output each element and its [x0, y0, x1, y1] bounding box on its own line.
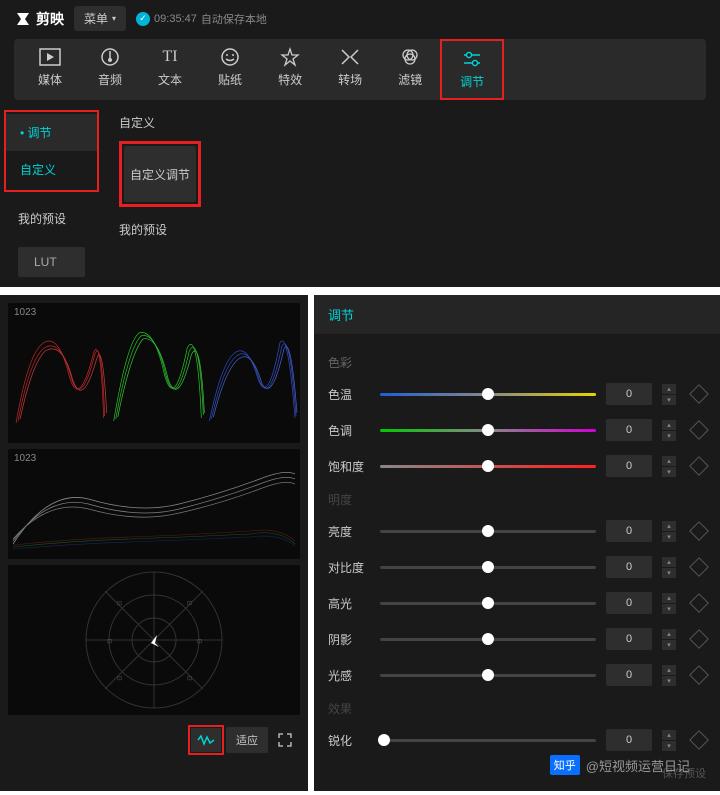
stepper[interactable]: ▴▾ — [662, 557, 676, 578]
reset-button[interactable] — [689, 593, 709, 613]
menu-button[interactable]: 菜单 ▾ — [74, 6, 126, 31]
group-luma-label: 明度 — [328, 491, 706, 508]
fullscreen-button[interactable] — [270, 728, 300, 752]
slider-temperature[interactable]: 色温 0 ▴▾ — [328, 383, 706, 405]
stepper[interactable]: ▴▾ — [662, 730, 676, 751]
tab-audio[interactable]: 音频 — [80, 39, 140, 100]
slider-light[interactable]: 光感 0 ▴▾ — [328, 664, 706, 686]
svg-text:⊡: ⊡ — [107, 639, 112, 645]
main-tabs: 媒体 音频 TI 文本 贴纸 特效 转场 滤镜 调节 — [14, 39, 706, 100]
stepper[interactable]: ▴▾ — [662, 665, 676, 686]
reset-button[interactable] — [689, 665, 709, 685]
custom-adjust-card[interactable]: 自定义调节 — [124, 146, 196, 202]
stepper[interactable]: ▴▾ — [662, 629, 676, 650]
sticker-icon — [219, 47, 241, 67]
side-nav: • 调节 自定义 我的预设 LUT — [4, 110, 99, 277]
stepper[interactable]: ▴▾ — [662, 593, 676, 614]
tab-transition[interactable]: 转场 — [320, 39, 380, 100]
adjust-panel-title: 调节 — [314, 295, 720, 334]
reset-button[interactable] — [689, 384, 709, 404]
svg-text:⊡: ⊡ — [187, 676, 192, 682]
reset-button[interactable] — [689, 420, 709, 440]
svg-text:⊡: ⊡ — [187, 601, 192, 607]
slider-highlights[interactable]: 高光 0 ▴▾ — [328, 592, 706, 614]
slider-tint[interactable]: 色调 0 ▴▾ — [328, 419, 706, 441]
group-color-label: 色彩 — [328, 354, 706, 371]
custom-section-label: 自定义 — [119, 114, 201, 131]
filter-icon — [399, 47, 421, 67]
sidebar-item-adjust[interactable]: • 调节 — [6, 114, 97, 151]
chevron-down-icon: ▾ — [112, 14, 116, 23]
waveform-icon — [197, 734, 215, 746]
svg-text:⊡: ⊡ — [197, 639, 202, 645]
adjust-icon — [461, 49, 483, 69]
fit-button[interactable]: 适应 — [226, 727, 268, 753]
scope-toggle-button[interactable] — [191, 728, 221, 752]
transition-icon — [339, 47, 361, 67]
tab-effects[interactable]: 特效 — [260, 39, 320, 100]
waveform-scope: 1023 — [8, 449, 300, 559]
sidebar-item-custom[interactable]: 自定义 — [6, 151, 97, 188]
reset-button[interactable] — [689, 730, 709, 750]
slider-shadows[interactable]: 阴影 0 ▴▾ — [328, 628, 706, 650]
tab-text[interactable]: TI 文本 — [140, 39, 200, 100]
reset-button[interactable] — [689, 629, 709, 649]
svg-text:⊡: ⊡ — [117, 601, 122, 607]
stepper[interactable]: ▴▾ — [662, 521, 676, 542]
slider-sharpen[interactable]: 锐化 0 ▴▾ — [328, 729, 706, 751]
adjust-panel: 调节 色彩 色温 0 ▴▾ 色调 0 ▴▾ 饱和度 0 ▴▾ — [314, 295, 720, 791]
stepper[interactable]: ▴▾ — [662, 456, 676, 477]
svg-text:⊡: ⊡ — [117, 676, 122, 682]
tab-media[interactable]: 媒体 — [20, 39, 80, 100]
rgb-parade-scope: 1023 — [8, 303, 300, 443]
group-effect-label: 效果 — [328, 700, 706, 717]
expand-icon — [278, 733, 292, 747]
watermark: 知乎 @短视频运营日记 — [550, 755, 690, 775]
tab-adjust[interactable]: 调节 — [440, 39, 504, 100]
tab-filter[interactable]: 滤镜 — [380, 39, 440, 100]
slider-contrast[interactable]: 对比度 0 ▴▾ — [328, 556, 706, 578]
tab-sticker[interactable]: 贴纸 — [200, 39, 260, 100]
app-logo: 剪映 — [14, 9, 64, 29]
check-icon: ✓ — [136, 12, 150, 26]
reset-button[interactable] — [689, 557, 709, 577]
lut-button[interactable]: LUT — [18, 247, 85, 277]
sidebar-item-presets[interactable]: 我的预设 — [4, 200, 99, 237]
autosave-status: ✓ 09:35:47 自动保存本地 — [136, 11, 267, 27]
slider-saturation[interactable]: 饱和度 0 ▴▾ — [328, 455, 706, 477]
stepper[interactable]: ▴▾ — [662, 420, 676, 441]
slider-brightness[interactable]: 亮度 0 ▴▾ — [328, 520, 706, 542]
media-icon — [39, 47, 61, 67]
effects-icon — [279, 47, 301, 67]
reset-button[interactable] — [689, 521, 709, 541]
stepper[interactable]: ▴▾ — [662, 384, 676, 405]
vectorscope: ⊡ ⊡ ⊡ ⊡ ⊡ ⊡ — [8, 565, 300, 715]
scopes-panel: 1023 1023 — [0, 295, 308, 791]
audio-icon — [99, 47, 121, 67]
text-icon: TI — [159, 47, 181, 67]
reset-button[interactable] — [689, 456, 709, 476]
presets-section-label: 我的预设 — [119, 221, 201, 238]
